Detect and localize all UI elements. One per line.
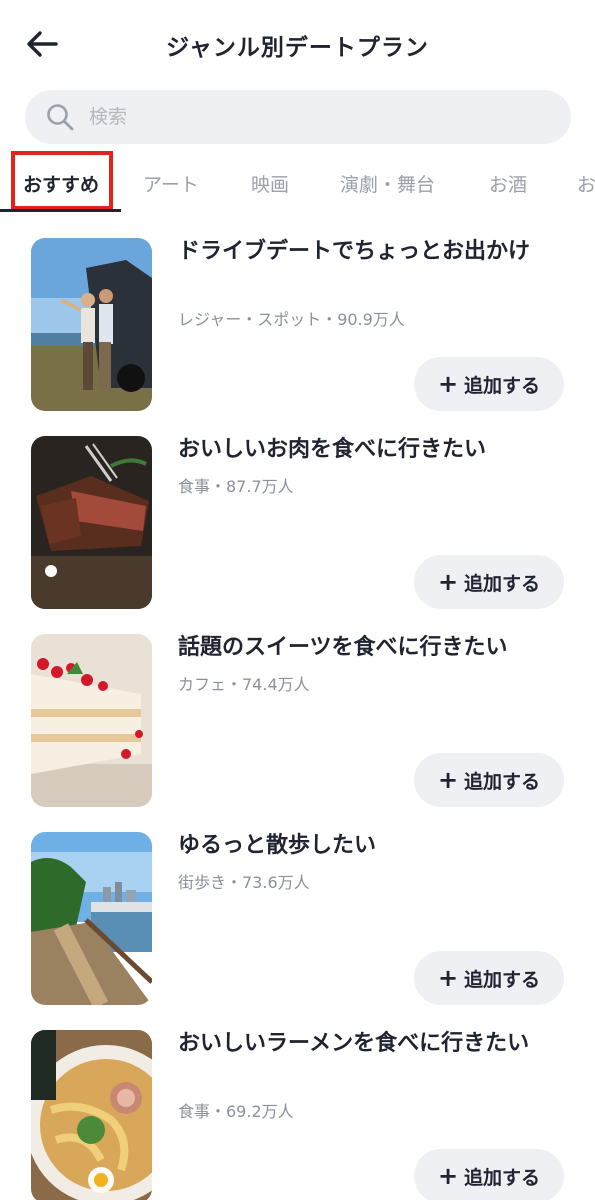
plan-title: おいしいラーメンを食べに行きたい	[178, 1031, 530, 1056]
add-button[interactable]: + 追加する	[414, 753, 564, 807]
search-icon	[47, 104, 74, 131]
plan-meta: 食事・69.2万人	[178, 1102, 294, 1121]
add-button[interactable]: + 追加する	[414, 951, 564, 1005]
plan-title: ゆるっと散歩したい	[178, 833, 377, 858]
add-button[interactable]: + 追加する	[414, 555, 564, 609]
plan-meta: 食事・87.7万人	[178, 477, 294, 496]
category-tabs: おすすめ アート 映画 演劇・舞台 お酒 お	[0, 150, 595, 214]
add-button-label: 追加する	[464, 770, 541, 793]
add-button[interactable]: + 追加する	[414, 1149, 564, 1200]
plus-icon: +	[437, 568, 459, 596]
plan-item[interactable]: ゆるっと散歩したい 街歩き・73.6万人 + 追加する	[0, 816, 595, 1014]
tab-theater[interactable]: 演劇・舞台	[340, 170, 435, 197]
search-input[interactable]	[89, 106, 529, 128]
plan-item[interactable]: 話題のスイーツを食べに行きたい カフェ・74.4万人 + 追加する	[0, 618, 595, 816]
add-button-label: 追加する	[464, 968, 541, 991]
plus-icon: +	[437, 964, 459, 992]
plus-icon: +	[437, 1162, 459, 1190]
tab-art[interactable]: アート	[143, 170, 199, 197]
add-button-label: 追加する	[464, 572, 541, 595]
plan-thumbnail	[31, 832, 152, 1005]
plan-title: 話題のスイーツを食べに行きたい	[178, 635, 508, 660]
plan-meta: 街歩き・73.6万人	[178, 873, 310, 892]
plus-icon: +	[437, 766, 459, 794]
plan-item[interactable]: ドライブデートでちょっとお出かけ レジャー・スポット・90.9万人 + 追加する	[0, 222, 595, 420]
plan-item[interactable]: おいしいラーメンを食べに行きたい 食事・69.2万人 + 追加する	[0, 1014, 595, 1200]
plan-thumbnail	[31, 1030, 152, 1200]
tab-movies[interactable]: 映画	[251, 170, 289, 197]
add-button[interactable]: + 追加する	[414, 357, 564, 411]
plan-item[interactable]: おいしいお肉を食べに行きたい 食事・87.7万人 + 追加する	[0, 420, 595, 618]
tab-drinks[interactable]: お酒	[489, 170, 527, 197]
couple-by-car-image	[31, 238, 152, 411]
add-button-label: 追加する	[464, 1166, 541, 1189]
search-bar[interactable]	[25, 90, 571, 144]
plan-meta: カフェ・74.4万人	[178, 675, 310, 694]
waterfront-promenade-image	[31, 832, 152, 1005]
ramen-bowl-image	[31, 1030, 152, 1200]
plan-title: おいしいお肉を食べに行きたい	[178, 437, 487, 462]
header: ジャンル別デートプラン	[0, 0, 595, 86]
plan-thumbnail	[31, 634, 152, 807]
active-tab-underline	[0, 209, 121, 212]
plan-thumbnail	[31, 238, 152, 411]
plan-thumbnail	[31, 436, 152, 609]
tab-more[interactable]: お	[577, 170, 595, 197]
grilled-steak-image	[31, 436, 152, 609]
plus-icon: +	[437, 370, 459, 398]
plan-meta: レジャー・スポット・90.9万人	[178, 310, 405, 329]
add-button-label: 追加する	[464, 374, 541, 397]
cake-with-berries-image	[31, 634, 152, 807]
page-title: ジャンル別デートプラン	[166, 35, 429, 61]
tab-recommended[interactable]: おすすめ	[23, 170, 99, 197]
plan-title: ドライブデートでちょっとお出かけ	[178, 239, 531, 264]
